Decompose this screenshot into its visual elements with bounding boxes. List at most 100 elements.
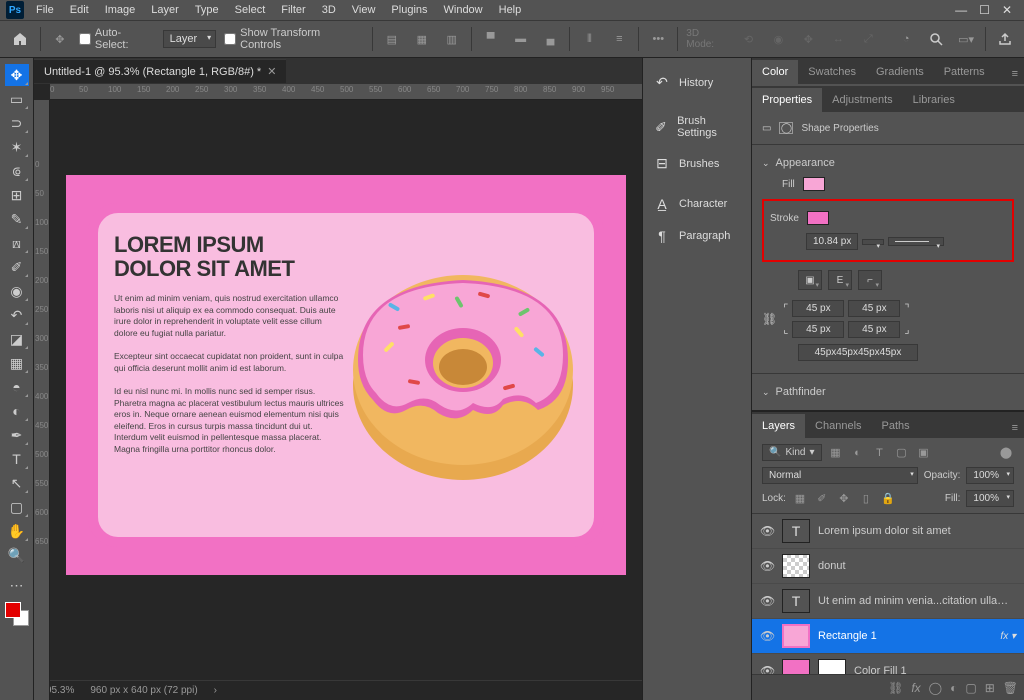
document-tab[interactable]: Untitled-1 @ 95.3% (Rectangle 1, RGB/8#)… (34, 59, 286, 83)
tab-close-icon[interactable]: ✕ (267, 65, 276, 78)
maximize-button[interactable]: ☐ (973, 0, 996, 20)
visibility-icon[interactable]: 👁 (760, 594, 774, 608)
auto-select-target[interactable]: Layer (163, 30, 217, 48)
menu-edit[interactable]: Edit (62, 1, 97, 19)
status-chevron-icon[interactable]: › (214, 685, 217, 696)
menu-help[interactable]: Help (491, 1, 530, 19)
move-tool[interactable]: ✥ (5, 64, 29, 86)
layer-filter-kind[interactable]: 🔍 Kind ▾ (762, 444, 822, 461)
brushes-tab[interactable]: ⊟Brushes (643, 147, 751, 180)
layer-row[interactable]: 👁TLorem ipsum dolor sit amet (752, 514, 1024, 549)
layer-fx-icon[interactable]: fx (911, 681, 920, 695)
search-icon[interactable] (925, 28, 947, 50)
stroke-width-input[interactable] (806, 233, 858, 250)
stroke-width-dropdown[interactable] (862, 239, 884, 245)
menu-window[interactable]: Window (436, 1, 491, 19)
canvas[interactable]: LOREM IPSUM DOLOR SIT AMET Ut enim ad mi… (66, 175, 626, 575)
lock-trans-icon[interactable]: ▦ (792, 491, 808, 507)
visibility-icon[interactable]: 👁 (760, 664, 774, 674)
libraries-tab[interactable]: Libraries (903, 88, 965, 112)
align-center-h-icon[interactable]: ▦ (411, 28, 433, 50)
clone-tool[interactable]: ◉ (5, 280, 29, 302)
paragraph-tab[interactable]: ¶Paragraph (643, 220, 751, 252)
healing-tool[interactable]: ⟎ (5, 232, 29, 254)
blend-mode-select[interactable]: Normal (762, 467, 918, 484)
path-select-tool[interactable]: ↖ (5, 472, 29, 494)
paths-tab[interactable]: Paths (872, 414, 920, 438)
blur-tool[interactable]: ◓ (5, 376, 29, 398)
layer-row[interactable]: 👁Rectangle 1fx ▾ (752, 619, 1024, 654)
layer-row[interactable]: 👁TUt enim ad minim venia...citation ulla… (752, 584, 1024, 619)
align-right-icon[interactable]: ▥ (441, 28, 463, 50)
workspace-icon[interactable]: ▭▾ (955, 28, 977, 50)
lock-nest-icon[interactable]: ▯ (858, 491, 874, 507)
stroke-caps-button[interactable]: E (828, 270, 852, 290)
fill-adjust-icon[interactable]: ◐ (950, 681, 957, 695)
history-panel-tab[interactable]: ↶History (643, 66, 751, 99)
color-chips[interactable] (5, 602, 29, 626)
stroke-align-button[interactable]: ▣ (798, 270, 822, 290)
menu-image[interactable]: Image (97, 1, 144, 19)
dodge-tool[interactable]: ◐ (5, 400, 29, 422)
crop-tool[interactable]: ⟃ (5, 160, 29, 182)
link-layers-icon[interactable]: ⛓ (888, 681, 903, 695)
stroke-swatch[interactable] (807, 211, 829, 225)
properties-tab[interactable]: Properties (752, 88, 822, 112)
auto-select-check[interactable]: Auto-Select: (79, 27, 155, 51)
pen-tool[interactable]: ✒ (5, 424, 29, 446)
stroke-corners-button[interactable]: ⌐ (858, 270, 882, 290)
menu-type[interactable]: Type (187, 1, 227, 19)
history-brush-tool[interactable]: ↶ (5, 304, 29, 326)
layer-row[interactable]: 👁donut (752, 549, 1024, 584)
eraser-tool[interactable]: ◪ (5, 328, 29, 350)
stroke-style-dropdown[interactable] (888, 237, 944, 246)
lock-pos-icon[interactable]: ✥ (836, 491, 852, 507)
brush-settings-tab[interactable]: ✐Brush Settings (643, 107, 751, 147)
hand-tool[interactable]: ✋ (5, 520, 29, 542)
corner-br-input[interactable] (848, 321, 900, 338)
home-button[interactable] (8, 27, 32, 51)
align-top-icon[interactable]: ▀ (480, 28, 502, 50)
fx-badge[interactable]: fx ▾ (1000, 631, 1016, 642)
corner-summary-input[interactable] (798, 344, 918, 361)
filter-smart-icon[interactable]: ▣ (916, 445, 932, 461)
fill-input[interactable]: 100% (966, 490, 1014, 507)
corner-bl-input[interactable] (792, 321, 844, 338)
align-left-icon[interactable]: ▤ (381, 28, 403, 50)
lasso-tool[interactable]: ⊃ (5, 112, 29, 134)
show-transform-check[interactable]: Show Transform Controls (224, 27, 364, 51)
lock-paint-icon[interactable]: ✐ (814, 491, 830, 507)
corner-tl-input[interactable] (792, 300, 844, 317)
frame-tool[interactable]: ⊞ (5, 184, 29, 206)
corner-tr-input[interactable] (848, 300, 900, 317)
distribute-v-icon[interactable]: ≡ (608, 28, 630, 50)
gradient-tool[interactable]: ▦ (5, 352, 29, 374)
layer-row[interactable]: 👁Color Fill 1 (752, 654, 1024, 674)
minimize-button[interactable]: — (949, 0, 973, 20)
zoom-tool[interactable]: 🔍 (5, 544, 29, 566)
filter-shape-icon[interactable]: ▢ (894, 445, 910, 461)
opacity-input[interactable]: 100% (966, 467, 1014, 484)
menu-select[interactable]: Select (227, 1, 274, 19)
filter-toggle[interactable]: ⬤ (998, 445, 1014, 461)
menu-file[interactable]: File (28, 1, 62, 19)
marquee-tool[interactable]: ▭ (5, 88, 29, 110)
menu-3d[interactable]: 3D (314, 1, 344, 19)
channels-tab[interactable]: Channels (805, 414, 871, 438)
delete-layer-icon[interactable]: 🗑 (1003, 681, 1018, 695)
filter-pixel-icon[interactable]: ▦ (828, 445, 844, 461)
character-tab[interactable]: A̲Character (643, 188, 751, 220)
share-icon[interactable] (994, 28, 1016, 50)
gradients-tab[interactable]: Gradients (866, 60, 934, 84)
brush-tool[interactable]: ✐ (5, 256, 29, 278)
swatches-tab[interactable]: Swatches (798, 60, 866, 84)
layer-mask-icon[interactable]: ◯ (929, 681, 942, 695)
lock-all-icon[interactable]: 🔒 (880, 491, 896, 507)
align-center-v-icon[interactable]: ▬ (510, 28, 532, 50)
panel-menu-icon[interactable]: ≡ (1006, 64, 1024, 84)
new-layer-icon[interactable]: ⊞ (985, 681, 995, 695)
zoom-level[interactable]: 95.3% (46, 685, 74, 696)
fill-swatch[interactable] (803, 177, 825, 191)
menu-plugins[interactable]: Plugins (383, 1, 435, 19)
appearance-section[interactable]: ⌄Appearance (762, 153, 1014, 173)
